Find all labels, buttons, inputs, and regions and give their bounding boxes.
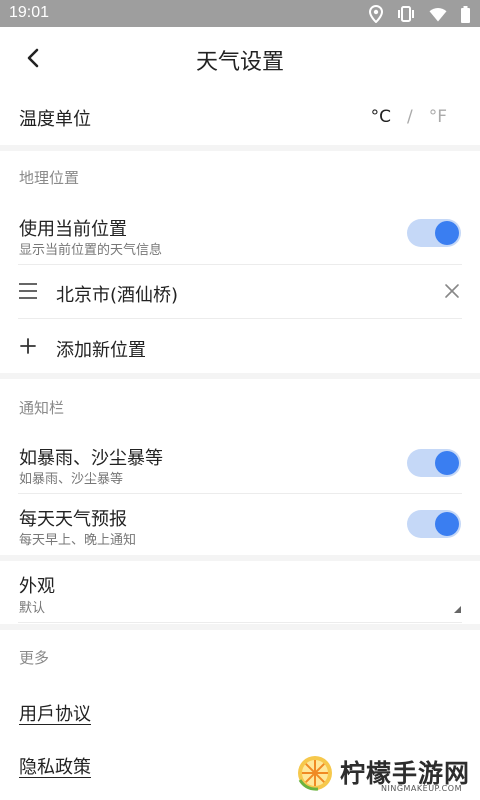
status-bar: 19:01 xyxy=(0,0,480,27)
toggle-knob xyxy=(435,221,459,245)
temperature-unit-label: 温度单位 xyxy=(19,109,91,130)
wifi-icon xyxy=(429,7,447,21)
temperature-unit-switch: °C / °F xyxy=(371,107,447,127)
daily-forecast-label: 每天天气预报 xyxy=(19,509,127,530)
dropdown-indicator-icon xyxy=(454,606,461,613)
daily-forecast-description: 每天早上、晚上通知 xyxy=(19,533,137,548)
daily-forecast-toggle[interactable] xyxy=(407,510,461,538)
vibrate-icon xyxy=(398,6,414,22)
watermark: 柠檬手游网 NINGMAKEUP.COM xyxy=(290,752,470,796)
alert-label: 如暴雨、沙尘暴等 xyxy=(19,448,163,469)
use-current-location-toggle[interactable] xyxy=(407,219,461,247)
unit-separator: / xyxy=(406,107,413,127)
app-header: 天气设置 xyxy=(0,27,480,89)
appearance-label: 外观 xyxy=(19,576,55,597)
notification-row-daily[interactable]: 每天天气预报 每天早上、晚上通知 xyxy=(0,495,480,553)
celsius-option[interactable]: °C xyxy=(371,107,391,127)
page-title: 天气设置 xyxy=(195,50,284,75)
divider xyxy=(18,264,462,265)
notification-section-title: 通知栏 xyxy=(19,399,65,417)
section-separator xyxy=(0,624,480,630)
use-current-location-label: 使用当前位置 xyxy=(19,219,127,240)
divider xyxy=(18,622,462,623)
close-icon[interactable] xyxy=(444,283,460,299)
alert-description: 如暴雨、沙尘暴等 xyxy=(19,472,124,487)
notification-row-alert[interactable]: 如暴雨、沙尘暴等 如暴雨、沙尘暴等 xyxy=(0,434,480,492)
lemon-logo-icon xyxy=(298,756,332,791)
user-agreement-link[interactable]: 用戶协议 xyxy=(19,700,91,726)
battery-icon xyxy=(461,5,470,23)
watermark-subtext: NINGMAKEUP.COM xyxy=(381,784,462,793)
appearance-value: 默认 xyxy=(19,601,46,616)
status-time: 19:01 xyxy=(9,4,50,21)
location-section-title: 地理位置 xyxy=(19,169,80,187)
toggle-knob xyxy=(435,512,459,536)
appearance-row[interactable]: 外观 默认 xyxy=(0,561,480,621)
divider xyxy=(18,318,462,319)
alert-toggle[interactable] xyxy=(407,449,461,477)
section-separator xyxy=(0,145,480,151)
saved-location-name[interactable]: 北京市(酒仙桥) xyxy=(56,281,178,307)
section-separator xyxy=(0,373,480,379)
divider xyxy=(18,493,462,494)
privacy-policy-link[interactable]: 隐私政策 xyxy=(19,753,91,779)
status-icons xyxy=(369,5,470,23)
more-section-title: 更多 xyxy=(19,649,50,667)
location-icon xyxy=(369,5,383,23)
temperature-unit-row: 温度单位 °C / °F xyxy=(0,89,480,145)
use-current-location-description: 显示当前位置的天气信息 xyxy=(19,243,163,258)
drag-handle-icon[interactable] xyxy=(19,283,37,299)
plus-icon[interactable] xyxy=(20,338,36,354)
use-current-location-row[interactable]: 使用当前位置 显示当前位置的天气信息 xyxy=(0,205,480,263)
add-location-button[interactable]: 添加新位置 xyxy=(56,336,146,362)
fahrenheit-option[interactable]: °F xyxy=(429,107,447,127)
toggle-knob xyxy=(435,451,459,475)
